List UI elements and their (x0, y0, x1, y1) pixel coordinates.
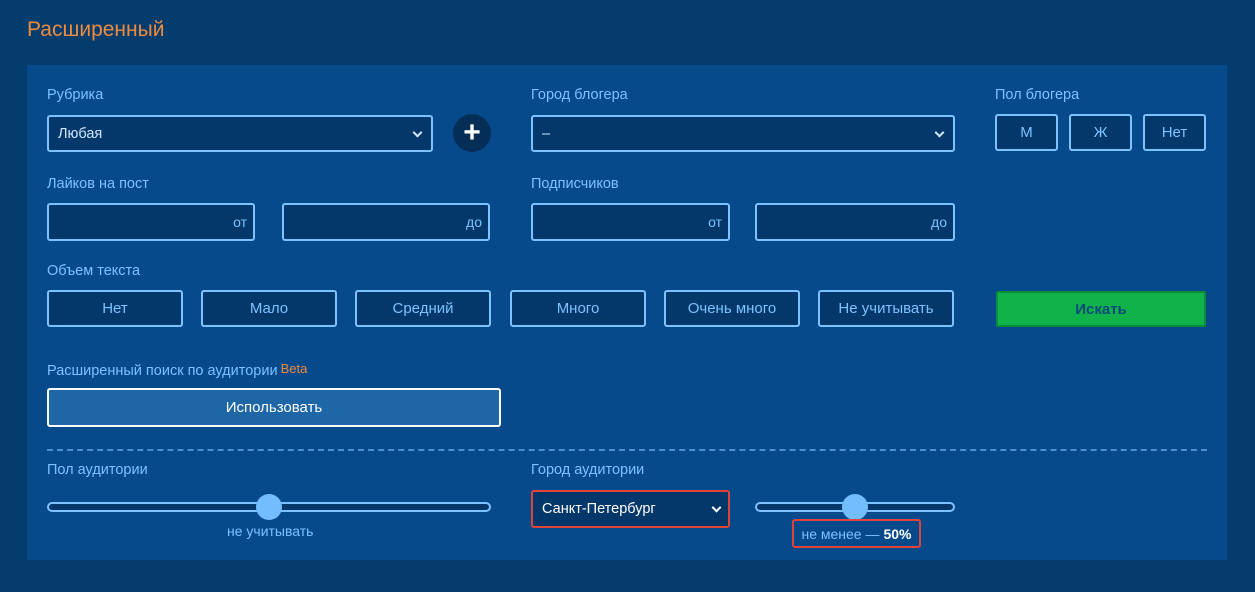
likes-from-suffix: от (233, 214, 247, 230)
rubric-select[interactable]: Любая (47, 115, 433, 152)
blogger-city-select[interactable]: – (531, 115, 955, 152)
chevron-down-icon (711, 502, 722, 513)
audience-city-select-value: Санкт-Петербург (542, 501, 656, 517)
audience-gender-label: Пол аудитории (47, 462, 148, 478)
rubric-select-value: Любая (58, 125, 103, 142)
subscribers-to-suffix: до (931, 214, 947, 230)
page-title: Расширенный (27, 18, 165, 41)
blogger-gender-male-button[interactable]: М (995, 114, 1058, 151)
text-volume-much-button[interactable]: Много (510, 290, 646, 327)
beta-badge: Beta (280, 361, 308, 376)
percent-value: 50% (883, 525, 912, 542)
chevron-down-icon (412, 127, 423, 138)
subscribers-to-input[interactable]: до (755, 203, 955, 241)
audience-search-label: Расширенный поиск по аудитории Beta (47, 361, 307, 379)
text-volume-very-much-button[interactable]: Очень много (664, 290, 800, 327)
blogger-city-label: Город блогера (531, 87, 628, 103)
audience-city-select[interactable]: Санкт-Петербург (531, 490, 730, 528)
audience-city-label: Город аудитории (531, 462, 645, 478)
blogger-gender-female-button[interactable]: Ж (1069, 114, 1132, 151)
likes-from-input[interactable]: от (47, 203, 255, 241)
blogger-city-select-value: – (542, 125, 551, 142)
text-volume-medium-button[interactable]: Средний (355, 290, 491, 327)
audience-city-percent-slider-thumb[interactable] (842, 494, 868, 520)
use-audience-search-button[interactable]: Использовать (47, 388, 501, 427)
likes-to-suffix: до (466, 214, 482, 230)
search-button[interactable]: Искать (996, 291, 1206, 327)
audience-gender-slider-thumb[interactable] (256, 494, 282, 520)
chevron-down-icon (934, 127, 945, 138)
add-rubric-button[interactable]: + (453, 114, 491, 152)
plus-icon: + (463, 116, 481, 149)
subscribers-label: Подписчиков (531, 176, 619, 192)
likes-to-input[interactable]: до (282, 203, 490, 241)
subscribers-from-input[interactable]: от (531, 203, 730, 241)
likes-label: Лайков на пост (47, 176, 149, 192)
blogger-gender-label: Пол блогера (995, 87, 1080, 103)
text-volume-little-button[interactable]: Мало (201, 290, 337, 327)
text-volume-label: Объем текста (47, 263, 141, 279)
audience-search-label-text: Расширенный поиск по аудитории (47, 363, 278, 379)
blogger-gender-none-button[interactable]: Нет (1143, 114, 1206, 151)
subscribers-from-suffix: от (708, 214, 722, 230)
text-volume-ignore-button[interactable]: Не учитывать (818, 290, 954, 327)
audience-gender-caption: не учитывать (227, 523, 314, 539)
text-volume-none-button[interactable]: Нет (47, 290, 183, 327)
rubric-label: Рубрика (47, 87, 104, 103)
divider (47, 449, 1207, 451)
advanced-search-panel: Рубрика Любая + Город блогера – Пол блог… (27, 65, 1227, 560)
audience-city-percent-caption: не менее — 50% (792, 519, 921, 548)
percent-caption-text: не менее — (801, 525, 880, 542)
